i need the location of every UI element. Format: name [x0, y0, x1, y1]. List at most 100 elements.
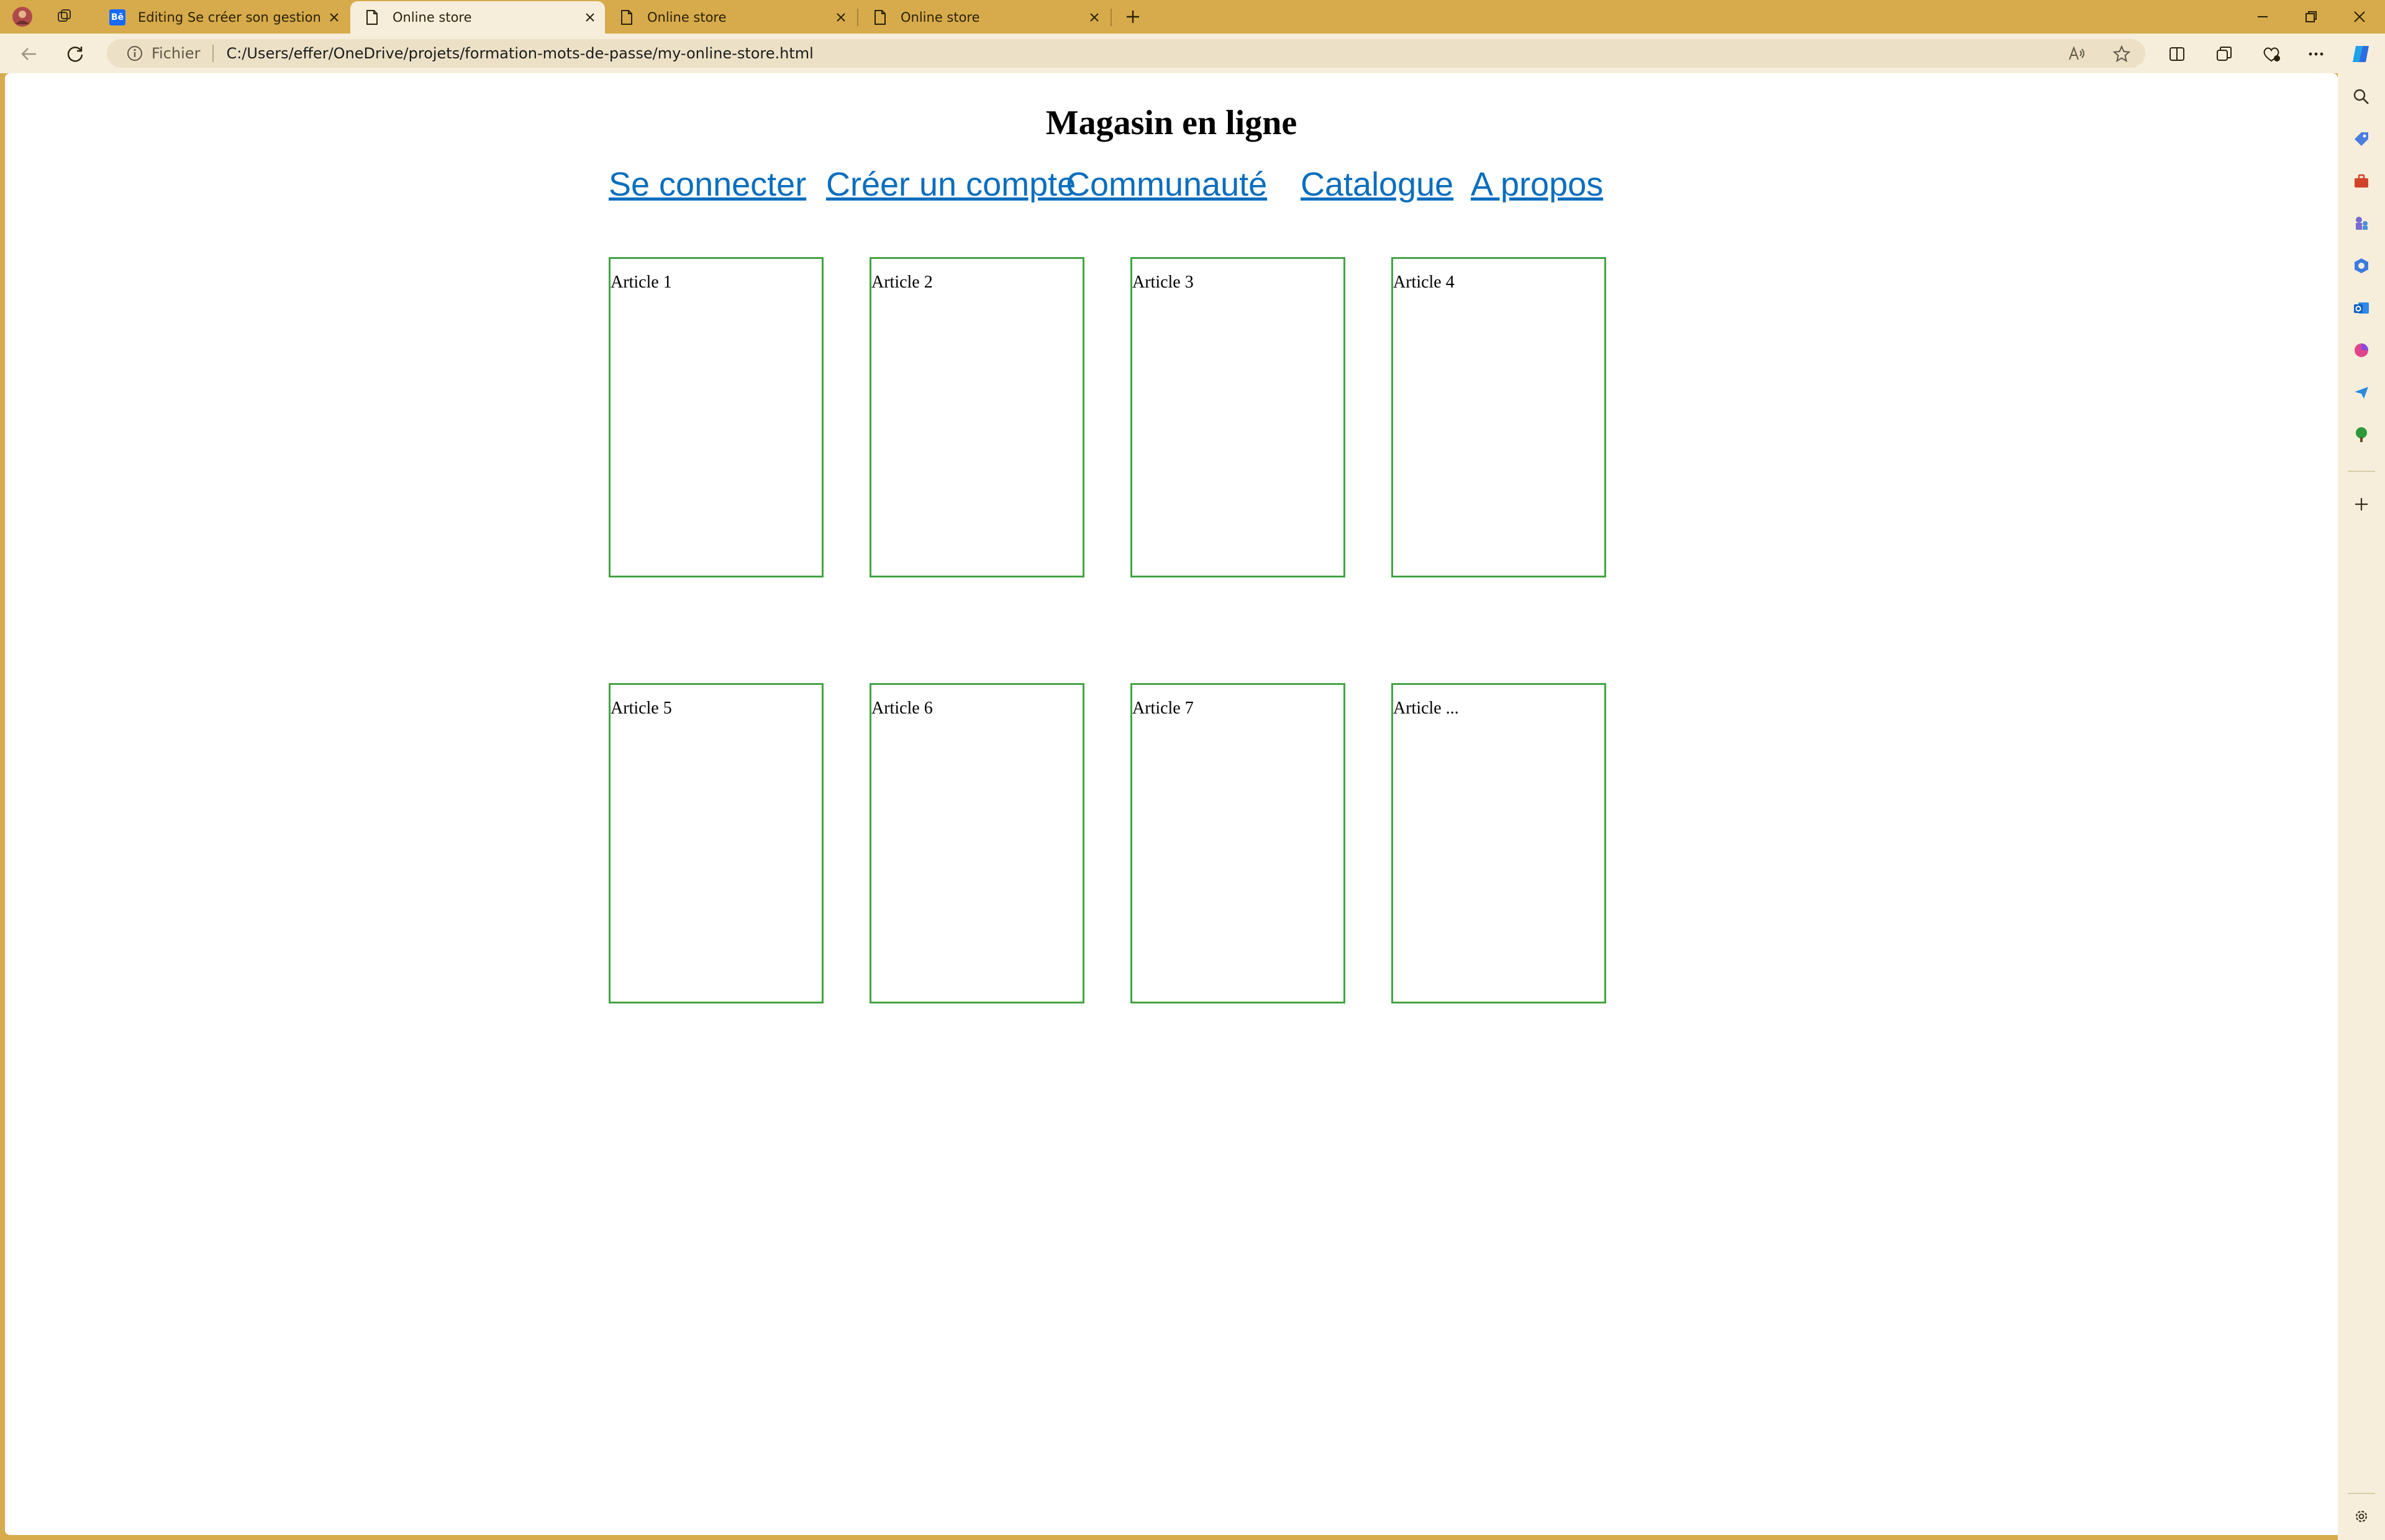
tree-icon	[2356, 427, 2367, 442]
article-label: Article 2	[871, 273, 933, 292]
nav-link-catalogue[interactable]: Catalogue	[1301, 165, 1453, 204]
tab-bar: Bē Editing Se créer son gestionnaire Onl…	[0, 0, 2385, 34]
more-icon	[2309, 52, 2324, 56]
tab-online-store-2[interactable]: Online store	[605, 2, 856, 32]
address-bar[interactable]: Fichier C:/Users/effer/OneDrive/projets/…	[107, 39, 2145, 68]
tab-title: Online store	[901, 10, 980, 25]
microsoft365-icon	[2355, 258, 2368, 273]
split-screen-button[interactable]	[2163, 40, 2191, 68]
read-aloud-button[interactable]	[2066, 43, 2088, 65]
url-text[interactable]: C:/Users/effer/OneDrive/projets/formatio…	[226, 45, 813, 62]
heart-pulse-icon	[2263, 47, 2280, 62]
tag-icon	[2355, 132, 2368, 146]
article-label: Article 3	[1132, 273, 1194, 292]
browser-toolbar: Fichier C:/Users/effer/OneDrive/projets/…	[0, 34, 2385, 73]
refresh-icon	[67, 47, 83, 62]
nav-link-creer-un-compte[interactable]: Créer un compte	[826, 165, 1076, 204]
article-card[interactable]: Article 6	[870, 683, 1084, 1003]
page-title: Magasin en ligne	[1045, 104, 1297, 142]
nav-link-se-connecter[interactable]: Se connecter	[609, 165, 806, 204]
tab-online-store-3[interactable]: Online store	[858, 2, 1109, 32]
close-icon[interactable]	[578, 5, 602, 30]
sidebar-search-button[interactable]	[2349, 84, 2374, 109]
collections-button[interactable]	[2210, 40, 2238, 68]
plus-icon	[2355, 498, 2368, 510]
designer-icon	[2355, 343, 2368, 357]
address-divider	[212, 45, 214, 62]
split-screen-icon	[2169, 47, 2184, 61]
paper-plane-icon	[2355, 387, 2368, 399]
article-label: Article 4	[1393, 273, 1455, 292]
article-label: Article 7	[1132, 699, 1194, 718]
article-card[interactable]: Article 3	[1130, 257, 1345, 578]
refresh-button[interactable]	[61, 40, 89, 68]
article-card[interactable]: Article 2	[870, 257, 1084, 578]
sidebar-divider	[2348, 1493, 2375, 1494]
sidebar-settings-button[interactable]	[2349, 1504, 2374, 1529]
profile-avatar[interactable]	[9, 4, 36, 30]
sidebar-divider	[2348, 471, 2375, 472]
tab-divider	[1111, 9, 1112, 26]
sidebar-shopping-button[interactable]	[2349, 127, 2374, 152]
chess-piece-icon	[2356, 217, 2368, 230]
info-icon[interactable]	[125, 44, 144, 63]
sidebar-add-button[interactable]	[2349, 492, 2374, 517]
gear-icon	[2355, 1510, 2368, 1523]
tab-title: Editing Se créer son gestionnaire	[138, 10, 322, 25]
tab-title: Online store	[393, 10, 472, 25]
workspaces-icon	[58, 9, 71, 22]
sidebar-games-button[interactable]	[2349, 211, 2374, 236]
article-card[interactable]: Article ...	[1391, 683, 1606, 1003]
restore-icon	[2306, 11, 2317, 22]
close-icon[interactable]	[829, 5, 853, 30]
plus-icon	[1127, 11, 1139, 23]
search-icon	[2353, 89, 2369, 104]
copilot-button[interactable]	[2346, 40, 2375, 68]
tab-editing[interactable]: Bē Editing Se créer son gestionnaire	[96, 2, 349, 32]
sidebar-tools-button[interactable]	[2349, 169, 2374, 194]
toolbox-icon	[2355, 174, 2368, 188]
collections-icon	[2217, 47, 2232, 61]
article-card[interactable]: Article 4	[1391, 257, 1606, 578]
article-label: Article ...	[1393, 699, 1459, 718]
restore-button[interactable]	[2287, 0, 2335, 34]
avatar-icon	[12, 7, 32, 27]
close-icon[interactable]	[322, 5, 347, 30]
nav-link-a-propos[interactable]: A propos	[1471, 165, 1603, 204]
close-icon[interactable]	[1082, 5, 1107, 30]
article-label: Article 5	[611, 699, 672, 718]
sidebar-designer-button[interactable]	[2349, 338, 2374, 363]
article-card[interactable]: Article 1	[609, 257, 824, 578]
page-icon	[871, 8, 889, 27]
sidebar-outlook-button[interactable]	[2349, 296, 2374, 320]
close-icon	[2354, 11, 2365, 22]
article-label: Article 6	[871, 699, 933, 718]
workspaces-button[interactable]	[51, 4, 78, 30]
edge-sidebar	[2338, 73, 2385, 1540]
behance-icon: Bē	[108, 8, 127, 27]
minimize-icon	[2258, 16, 2268, 17]
scheme-label: Fichier	[152, 45, 201, 62]
tab-online-store-active[interactable]: Online store	[350, 1, 605, 34]
back-button[interactable]	[15, 40, 43, 68]
page-icon	[363, 8, 381, 27]
sidebar-send-button[interactable]	[2349, 380, 2374, 405]
favorite-button[interactable]	[2110, 43, 2133, 65]
browser-essentials-button[interactable]	[2257, 40, 2286, 68]
page-viewport: Magasin en ligne Se connecter Créer un c…	[5, 73, 2338, 1535]
article-card[interactable]: Article 5	[609, 683, 824, 1003]
article-label: Article 1	[611, 273, 672, 292]
copilot-icon	[2353, 46, 2369, 62]
sidebar-tree-button[interactable]	[2349, 422, 2374, 447]
nav-link-communaute[interactable]: Communauté	[1066, 165, 1267, 204]
more-options-button[interactable]	[2302, 40, 2330, 68]
minimize-button[interactable]	[2238, 0, 2287, 34]
sidebar-microsoft365-button[interactable]	[2349, 253, 2374, 278]
outlook-icon	[2354, 302, 2369, 314]
page-icon	[617, 8, 636, 27]
star-icon	[2112, 45, 2131, 63]
new-tab-button[interactable]	[1119, 4, 1147, 30]
article-card[interactable]: Article 7	[1130, 683, 1345, 1003]
close-window-button[interactable]	[2335, 0, 2384, 34]
arrow-left-icon	[21, 48, 36, 60]
